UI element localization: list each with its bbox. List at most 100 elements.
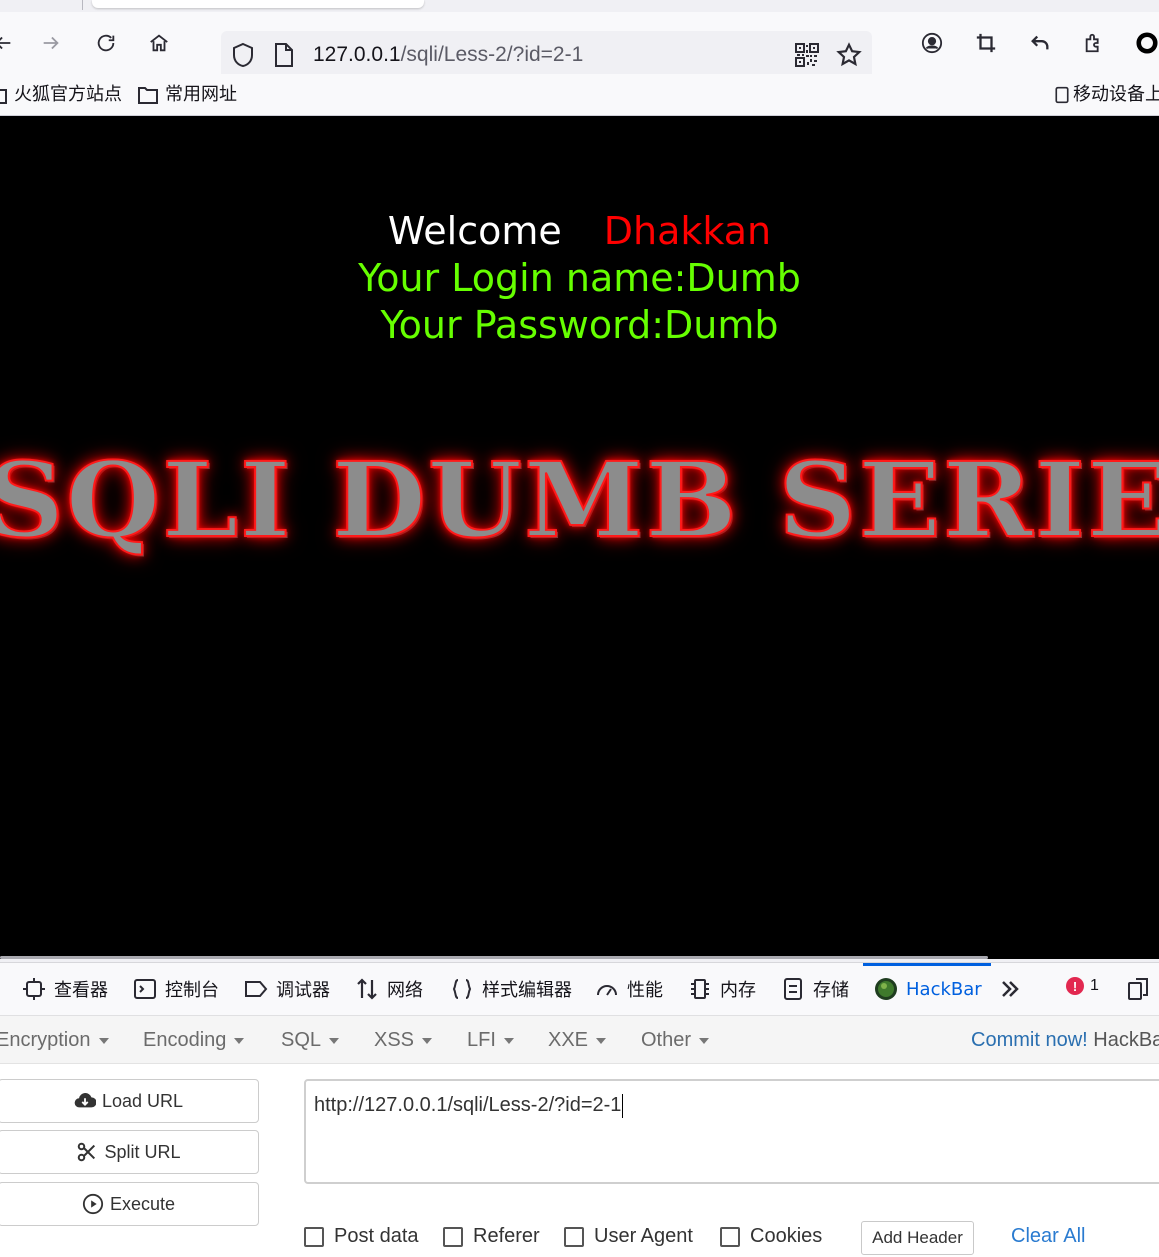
checkbox-box[interactable] bbox=[304, 1226, 324, 1247]
account-icon[interactable] bbox=[915, 26, 949, 60]
bookmark-label: 火狐官方站点 bbox=[14, 84, 122, 105]
reload-icon[interactable] bbox=[89, 26, 123, 60]
caret-down-icon bbox=[596, 1037, 607, 1044]
welcome-line: Welcome Dhakkan bbox=[0, 208, 1159, 254]
active-tab-indicator bbox=[863, 963, 991, 966]
back-icon[interactable] bbox=[0, 26, 20, 60]
performance-icon bbox=[597, 985, 617, 996]
menu-xxe[interactable]: XXE bbox=[548, 1027, 607, 1053]
checkbox-box[interactable] bbox=[720, 1226, 740, 1247]
cookies-checkbox[interactable]: Cookies bbox=[720, 1225, 822, 1248]
responsive-design-icon[interactable] bbox=[1126, 974, 1150, 1004]
menu-lfi[interactable]: LFI bbox=[467, 1027, 514, 1053]
more-tabs-chevron-icon[interactable] bbox=[998, 974, 1022, 1004]
home-icon[interactable] bbox=[142, 26, 176, 60]
commit-link-text: Commit now! bbox=[971, 1029, 1088, 1051]
referer-checkbox[interactable]: Referer bbox=[443, 1225, 540, 1248]
tab-console[interactable]: 控制台 bbox=[133, 974, 219, 1004]
extensions-puzzle-icon[interactable] bbox=[1077, 26, 1111, 60]
checkbox-label: Cookies bbox=[750, 1225, 823, 1247]
tracking-protection-shield-icon[interactable] bbox=[231, 42, 255, 68]
tab-performance[interactable]: 性能 bbox=[595, 974, 663, 1004]
network-icon bbox=[357, 978, 377, 1000]
caret-down-icon bbox=[503, 1037, 514, 1044]
menu-encoding[interactable]: Encoding bbox=[143, 1027, 245, 1053]
menu-other[interactable]: Other bbox=[641, 1027, 710, 1053]
active-tab[interactable] bbox=[92, 0, 424, 8]
bookmark-star-icon[interactable] bbox=[836, 42, 862, 68]
clear-all-link[interactable]: Clear All bbox=[1011, 1225, 1085, 1248]
caret-down-icon bbox=[422, 1037, 433, 1044]
button-label: Load URL bbox=[101, 1090, 184, 1111]
caret-down-icon bbox=[234, 1037, 245, 1044]
button-label: Split URL bbox=[104, 1141, 181, 1162]
forward-icon[interactable] bbox=[34, 26, 68, 60]
error-count-badge[interactable]: ! 1 bbox=[1066, 977, 1099, 995]
qr-code-icon[interactable] bbox=[795, 43, 819, 67]
tab-hackbar[interactable]: HackBar bbox=[874, 974, 982, 1004]
screenshot-crop-icon[interactable] bbox=[969, 26, 1003, 60]
url-textarea[interactable]: http://127.0.0.1/sqli/Less-2/?id=2-1 bbox=[304, 1079, 1159, 1184]
hackbar-icon bbox=[875, 978, 897, 1000]
checkbox-label: Referer bbox=[473, 1225, 540, 1247]
tab-style-editor[interactable]: 样式编辑器 bbox=[450, 974, 572, 1004]
tab-label: 控制台 bbox=[165, 980, 219, 1001]
horizontal-scrollbar[interactable] bbox=[0, 956, 988, 959]
bookmark-firefox-official[interactable]: 火狐官方站点 bbox=[0, 83, 122, 107]
bookmark-common-urls[interactable]: 常用网址 bbox=[137, 83, 237, 107]
inspector-icon bbox=[23, 978, 45, 1000]
address-bar[interactable]: 127.0.0.1/sqli/Less-2/?id=2-1 bbox=[221, 31, 872, 79]
commit-now-link[interactable]: Commit now! HackBar bbox=[971, 1027, 1159, 1053]
hackbar-menu: Encryption Encoding SQL XSS LFI XXE Othe… bbox=[0, 1016, 1159, 1064]
tab-label: 性能 bbox=[627, 980, 663, 1001]
sqli-dumb-series-banner: SQLI DUMB SERIES bbox=[0, 441, 1159, 561]
button-label: Execute bbox=[109, 1193, 176, 1214]
password-line: Your Password:Dumb bbox=[380, 303, 779, 347]
tab-memory[interactable]: 内存 bbox=[688, 974, 756, 1004]
tab-debugger[interactable]: 调试器 bbox=[244, 974, 330, 1004]
checkbox-box[interactable] bbox=[443, 1226, 463, 1247]
menu-encryption[interactable]: Encryption bbox=[0, 1027, 109, 1053]
tab-label: 样式编辑器 bbox=[482, 980, 572, 1001]
tab-label: 查看器 bbox=[54, 980, 108, 1001]
split-url-button[interactable]: Split URL bbox=[0, 1130, 259, 1174]
url-text[interactable]: 127.0.0.1/sqli/Less-2/?id=2-1 bbox=[313, 42, 583, 68]
add-header-button[interactable]: Add Header bbox=[861, 1221, 974, 1255]
post-data-checkbox[interactable]: Post data bbox=[304, 1225, 419, 1248]
execute-button[interactable]: Execute bbox=[0, 1182, 259, 1226]
tab-inspector[interactable]: 查看器 bbox=[22, 974, 108, 1004]
welcome-name: Dhakkan bbox=[603, 209, 772, 253]
bookmark-label: 常用网址 bbox=[165, 84, 237, 105]
login-name-line: Your Login name:Dumb bbox=[358, 256, 801, 300]
hackbar-body: Load URL Split URL Execute http://127.0.… bbox=[0, 1064, 1159, 1257]
tab-divider bbox=[82, 0, 83, 10]
web-page-content: Welcome Dhakkan Your Login name:Dumb Your… bbox=[0, 116, 1159, 959]
tab-label: 调试器 bbox=[276, 980, 330, 1001]
checkbox-box[interactable] bbox=[564, 1226, 584, 1247]
menu-label: XSS bbox=[374, 1029, 415, 1051]
menu-sql[interactable]: SQL bbox=[281, 1027, 340, 1053]
user-agent-checkbox[interactable]: User Agent bbox=[564, 1225, 693, 1248]
page-info-icon[interactable] bbox=[273, 42, 295, 68]
tab-label: HackBar bbox=[906, 978, 982, 1000]
mobile-device-icon bbox=[1055, 86, 1069, 104]
profile-circle-icon[interactable] bbox=[1130, 26, 1159, 60]
menu-xss[interactable]: XSS bbox=[374, 1027, 433, 1053]
debugger-icon bbox=[245, 981, 268, 997]
tab-storage[interactable]: 存储 bbox=[781, 974, 849, 1004]
error-count: 1 bbox=[1090, 977, 1099, 994]
url-host: 127.0.0.1 bbox=[313, 43, 401, 66]
undo-arrow-icon[interactable] bbox=[1023, 26, 1057, 60]
welcome-label: Welcome bbox=[387, 209, 562, 253]
error-icon: ! bbox=[1066, 977, 1084, 995]
tab-network[interactable]: 网络 bbox=[355, 974, 423, 1004]
load-url-button[interactable]: Load URL bbox=[0, 1079, 259, 1123]
url-textarea-value: http://127.0.0.1/sqli/Less-2/?id=2-1 bbox=[314, 1094, 622, 1116]
mobile-bookmarks[interactable]: 移动设备上 bbox=[1053, 83, 1159, 107]
commit-rest-text: HackBar bbox=[1093, 1029, 1159, 1051]
storage-icon bbox=[784, 978, 802, 1000]
play-circle-icon bbox=[82, 1193, 104, 1215]
menu-label: XXE bbox=[548, 1029, 589, 1051]
cloud-download-icon bbox=[74, 1093, 96, 1108]
navigation-toolbar: 127.0.0.1/sqli/Less-2/?id=2-1 bbox=[0, 12, 1159, 79]
